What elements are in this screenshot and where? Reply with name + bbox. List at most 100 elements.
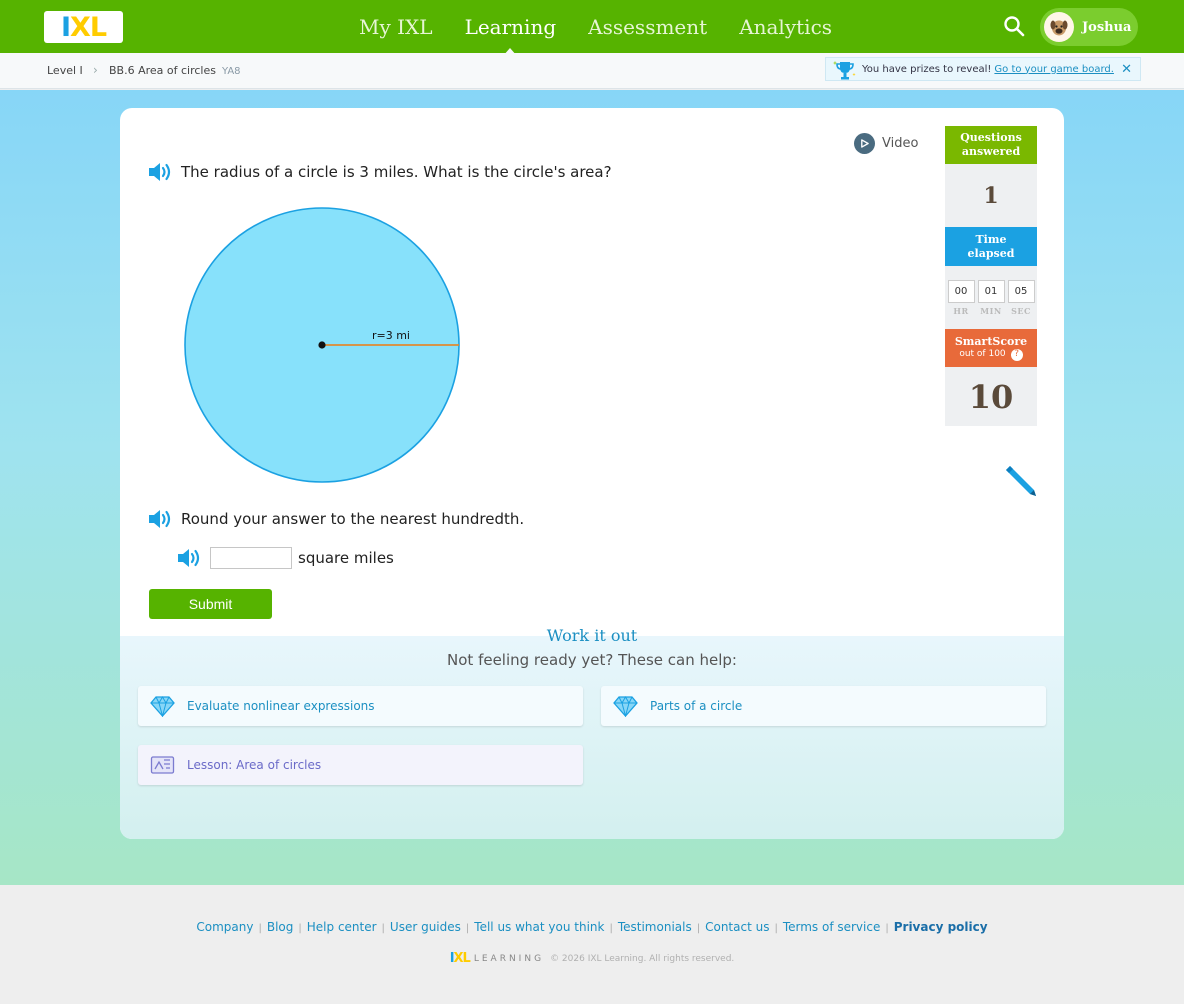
nav-my-ixl[interactable]: My IXL bbox=[359, 15, 433, 39]
footer-ixl-logo: IXL bbox=[449, 951, 471, 966]
nav-learning[interactable]: Learning bbox=[464, 14, 557, 56]
logo-letter-l: L bbox=[89, 11, 107, 43]
answer-input[interactable] bbox=[210, 547, 292, 569]
help-subtitle: Not feeling ready yet? These can help: bbox=[447, 651, 737, 669]
speaker-icon[interactable] bbox=[147, 161, 173, 183]
dog-avatar-icon bbox=[1050, 20, 1068, 36]
copyright-text: © 2026 IXL Learning. All rights reserved… bbox=[550, 953, 735, 964]
footer-link-blog[interactable]: Blog bbox=[267, 920, 294, 934]
timer: 00 HR 01 MIN 05 SEC bbox=[947, 279, 1035, 316]
timer-minutes-value: 01 bbox=[977, 279, 1005, 303]
qa-label-2: answered bbox=[961, 145, 1021, 158]
breadcrumb-skill: BB.6 Area of circles YA8 bbox=[109, 64, 241, 77]
center-point bbox=[318, 341, 326, 349]
user-name: Joshua bbox=[1082, 19, 1132, 35]
unit-label: square miles bbox=[298, 549, 394, 567]
footer-divider: | bbox=[465, 923, 470, 934]
smartscore-header: SmartScore out of 100? bbox=[945, 329, 1037, 367]
logo-letter-i: I bbox=[60, 11, 71, 43]
time-elapsed-header: Time elapsed bbox=[945, 227, 1037, 266]
questions-answered-box: 1 bbox=[945, 164, 1037, 227]
timer-hours-label: HR bbox=[953, 305, 969, 316]
speaker-icon[interactable] bbox=[176, 547, 202, 569]
skill-name: BB.6 Area of circles bbox=[109, 64, 216, 77]
search-icon[interactable] bbox=[1002, 14, 1026, 38]
footer-divider: | bbox=[298, 923, 302, 934]
timer-minutes-label: MIN bbox=[980, 305, 1002, 316]
top-nav-bar: IXL My IXL Learning Assessment Analytics… bbox=[0, 0, 1184, 56]
nav-analytics[interactable]: Analytics bbox=[739, 15, 832, 39]
diamond-icon bbox=[613, 696, 638, 717]
footer-link-help-center[interactable]: Help center bbox=[307, 920, 377, 934]
footer-learning: LEARNING bbox=[473, 953, 545, 964]
nav-learning-label: Learning bbox=[464, 14, 557, 39]
help-icon[interactable]: ? bbox=[1010, 348, 1023, 361]
trophy-icon bbox=[832, 61, 856, 80]
timer-hours: 00 HR bbox=[947, 279, 975, 316]
main-nav: My IXL Learning Assessment Analytics bbox=[343, 0, 848, 56]
help-item-evaluate-nonlinear[interactable]: Evaluate nonlinear expressions bbox=[138, 686, 583, 726]
circle-diagram: r=3 mi bbox=[184, 207, 460, 483]
timer-seconds: 05 SEC bbox=[1007, 279, 1035, 316]
question-text: The radius of a circle is 3 miles. What … bbox=[181, 163, 612, 181]
footer-link-user-guides[interactable]: User guides bbox=[390, 920, 461, 934]
footer-divider: | bbox=[774, 923, 778, 934]
logo-letter-x: X bbox=[70, 11, 91, 43]
video-button[interactable]: Video bbox=[854, 133, 918, 154]
smartscore-value: 10 bbox=[968, 377, 1014, 416]
prize-banner: You have prizes to reveal! Go to your ga… bbox=[825, 57, 1141, 81]
timer-seconds-value: 05 bbox=[1007, 279, 1035, 303]
footer-link-feedback[interactable]: Tell us what you think bbox=[474, 920, 604, 934]
timer-minutes: 01 MIN bbox=[977, 279, 1005, 316]
help-item-label: Parts of a circle bbox=[650, 699, 743, 713]
footer-link-company[interactable]: Company bbox=[196, 920, 253, 934]
round-instruction: Round your answer to the nearest hundred… bbox=[147, 508, 524, 530]
work-it-out-heading[interactable]: Work it out bbox=[0, 626, 1184, 645]
chevron-right-icon: › bbox=[93, 63, 98, 77]
round-instruction-text: Round your answer to the nearest hundred… bbox=[181, 510, 525, 528]
time-label-2: elapsed bbox=[967, 246, 1015, 260]
ixl-logo[interactable]: IXL bbox=[44, 11, 123, 43]
question-prompt: The radius of a circle is 3 miles. What … bbox=[147, 161, 612, 183]
footer-divider: | bbox=[696, 923, 701, 934]
timer-seconds-label: SEC bbox=[1011, 305, 1031, 316]
smartscore-sub: out of 100? bbox=[959, 348, 1023, 361]
answer-row: square miles bbox=[176, 547, 394, 569]
time-label-1: Time bbox=[975, 232, 1007, 246]
footer-divider: | bbox=[381, 923, 385, 934]
video-label: Video bbox=[882, 136, 919, 151]
nav-assessment[interactable]: Assessment bbox=[588, 15, 707, 39]
timer-hours-value: 00 bbox=[947, 279, 975, 303]
footer-copyright: IXL LEARNING © 2026 IXL Learning. All ri… bbox=[0, 951, 1184, 966]
close-icon[interactable]: ✕ bbox=[1121, 62, 1132, 77]
time-elapsed-box: 00 HR 01 MIN 05 SEC bbox=[945, 266, 1037, 329]
help-item-parts-of-circle[interactable]: Parts of a circle bbox=[601, 686, 1046, 726]
questions-answered-count: 1 bbox=[983, 182, 999, 209]
footer-link-testimonials[interactable]: Testimonials bbox=[618, 920, 692, 934]
play-icon bbox=[854, 133, 875, 154]
footer-divider: | bbox=[885, 923, 889, 934]
avatar bbox=[1044, 12, 1074, 42]
pencil-icon[interactable] bbox=[1002, 462, 1038, 498]
footer-link-privacy[interactable]: Privacy policy bbox=[894, 920, 988, 934]
footer-divider: | bbox=[609, 923, 613, 934]
breadcrumb-level[interactable]: Level I bbox=[47, 64, 83, 77]
smartscore-box: 10 bbox=[945, 367, 1037, 426]
smartscore-sub-text: out of 100 bbox=[959, 349, 1006, 360]
footer-link-terms[interactable]: Terms of service bbox=[783, 920, 881, 934]
help-item-label: Evaluate nonlinear expressions bbox=[187, 699, 375, 713]
lesson-icon bbox=[150, 756, 175, 774]
prize-text: You have prizes to reveal! bbox=[862, 63, 992, 75]
radius-label: r=3 mi bbox=[372, 329, 410, 342]
footer-link-contact[interactable]: Contact us bbox=[705, 920, 769, 934]
questions-answered-header: Questions answered bbox=[945, 126, 1037, 164]
speaker-icon[interactable] bbox=[147, 508, 173, 530]
skill-code: YA8 bbox=[221, 66, 241, 77]
smartscore-label: SmartScore bbox=[954, 335, 1028, 349]
user-menu[interactable]: Joshua bbox=[1040, 8, 1138, 46]
help-item-lesson[interactable]: Lesson: Area of circles bbox=[138, 745, 583, 785]
submit-button[interactable]: Submit bbox=[149, 589, 272, 619]
diamond-icon bbox=[150, 696, 175, 717]
game-board-link[interactable]: Go to your game board. bbox=[994, 64, 1114, 75]
help-item-label: Lesson: Area of circles bbox=[187, 758, 322, 772]
